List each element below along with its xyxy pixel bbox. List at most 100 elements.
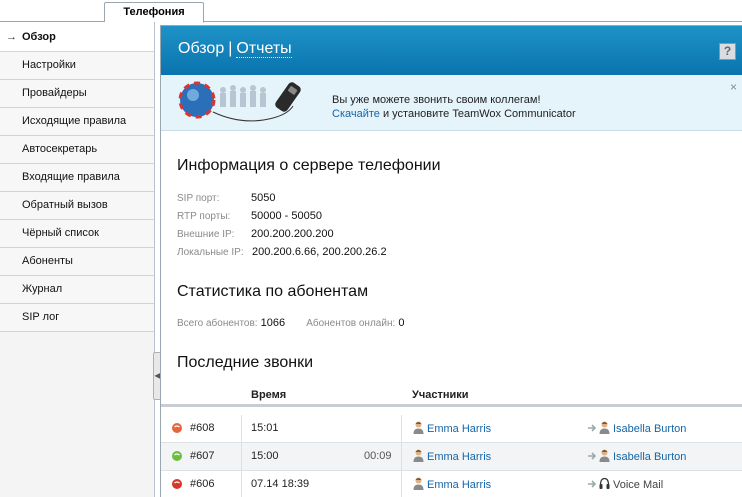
callee[interactable]: Isabella Burton xyxy=(587,449,686,463)
call-id[interactable]: #608 xyxy=(190,422,214,434)
external-ip-row: Внешние IP: 200.200.200.200 xyxy=(177,228,334,240)
caller-name[interactable]: Emma Harris xyxy=(427,451,491,463)
call-status-icon xyxy=(172,423,182,433)
callee-name[interactable]: Voice Mail xyxy=(613,479,663,491)
sidebar-item-blacklist[interactable]: Чёрный список xyxy=(0,220,154,248)
external-ip-label: Внешние IP: xyxy=(177,229,235,240)
table-row[interactable]: #607 15:00 00:09 Emma Harris Isabella Burton xyxy=(161,443,742,471)
sidebar-item-label: SIP лог xyxy=(22,311,60,323)
column-divider xyxy=(241,443,242,471)
sidebar-item-label: Настройки xyxy=(22,59,76,71)
user-icon xyxy=(599,449,610,462)
main-panel: Обзор | Отчеты ? Вы уже можете звонить сво… xyxy=(160,25,742,497)
external-ip-value: 200.200.200.200 xyxy=(251,228,334,240)
callee[interactable]: Voice Mail xyxy=(587,477,663,491)
total-subscribers-value: 1066 xyxy=(260,317,286,329)
callee-name[interactable]: Isabella Burton xyxy=(613,451,686,463)
callee-name[interactable]: Isabella Burton xyxy=(613,423,686,435)
reports-link[interactable]: Отчеты xyxy=(236,40,292,58)
call-status-icon xyxy=(172,451,182,461)
stats-row: Всего абонентов: 1066 Абонентов онлайн: … xyxy=(177,317,404,329)
sidebar-item-label: Обратный вызов xyxy=(22,199,108,211)
header-links: Обзор | Отчеты xyxy=(178,40,292,58)
caller[interactable]: Emma Harris xyxy=(413,449,491,463)
sidebar-item-subscribers[interactable]: Абоненты xyxy=(0,248,154,276)
rtp-ports-value: 50000 - 50050 xyxy=(251,210,322,222)
call-time: 15:01 xyxy=(251,422,279,434)
recent-calls-title: Последние звонки xyxy=(177,354,314,371)
caller[interactable]: Emma Harris xyxy=(413,421,491,435)
sidebar-item-label: Журнал xyxy=(22,283,63,295)
sidebar-item-outgoing-rules[interactable]: Исходящие правила xyxy=(0,108,154,136)
banner-line-1: Вы уже можете звонить своим коллегам! xyxy=(332,94,541,106)
sidebar-item-sip-log[interactable]: SIP лог xyxy=(0,304,154,332)
communicator-promo-icon xyxy=(178,81,301,122)
sidebar: → Обзор Настройки Провайдеры Исходящие п… xyxy=(0,22,155,497)
table-row[interactable]: #606 07.14 18:39 Emma Harris Voice Mail xyxy=(161,471,742,497)
overview-link[interactable]: Обзор xyxy=(178,40,224,57)
sidebar-item-label: Чёрный список xyxy=(22,227,99,239)
download-link[interactable]: Скачайте xyxy=(332,108,380,120)
banner-line-2: Скачайте и установите TeamWox Communicat… xyxy=(332,107,576,121)
arrow-right-icon: → xyxy=(6,31,17,43)
help-button[interactable]: ? xyxy=(719,43,736,60)
call-id[interactable]: #606 xyxy=(190,478,214,490)
server-info-title: Информация о сервере телефонии xyxy=(177,157,441,174)
column-time[interactable]: Время xyxy=(251,389,286,401)
table-row[interactable]: #608 15:01 Emma Harris Isabella Burton xyxy=(161,415,742,443)
sidebar-item-callback[interactable]: Обратный вызов xyxy=(0,192,154,220)
column-divider xyxy=(241,471,242,497)
user-icon xyxy=(413,449,424,462)
caller-name[interactable]: Emma Harris xyxy=(427,423,491,435)
tab-telephony[interactable]: Телефония xyxy=(104,2,204,23)
call-duration: 00:09 xyxy=(364,450,392,462)
forward-arrow-icon xyxy=(588,452,597,460)
call-id[interactable]: #607 xyxy=(190,450,214,462)
sip-port-label: SIP порт: xyxy=(177,193,220,204)
module-tab-bar: Телефония xyxy=(0,0,742,23)
local-ip-label: Локальные IP: xyxy=(177,247,244,258)
voicemail-icon xyxy=(599,477,610,489)
user-icon xyxy=(599,421,610,434)
caller[interactable]: Emma Harris xyxy=(413,477,491,491)
sidebar-item-label: Провайдеры xyxy=(22,87,87,99)
call-status-icon xyxy=(172,479,182,489)
user-icon xyxy=(413,421,424,434)
stats-title: Статистика по абонентам xyxy=(177,283,369,300)
callee[interactable]: Isabella Burton xyxy=(587,421,686,435)
sidebar-item-providers[interactable]: Провайдеры xyxy=(0,80,154,108)
forward-arrow-icon xyxy=(588,480,597,488)
sidebar-item-label: Исходящие правила xyxy=(22,115,127,127)
banner-text: Вы уже можете звонить своим коллегам! Ск… xyxy=(332,93,576,121)
sidebar-item-settings[interactable]: Настройки xyxy=(0,52,154,80)
sip-port-row: SIP порт: 5050 xyxy=(177,192,275,204)
local-ip-value: 200.200.6.66, 200.200.26.2 xyxy=(252,246,387,258)
local-ip-row: Локальные IP: 200.200.6.66, 200.200.26.2 xyxy=(177,246,387,258)
sidebar-item-journal[interactable]: Журнал xyxy=(0,276,154,304)
total-subscribers-label: Всего абонентов: xyxy=(177,318,258,329)
panel-header: Обзор | Отчеты ? xyxy=(161,26,742,75)
column-divider xyxy=(401,415,402,443)
caller-name[interactable]: Emma Harris xyxy=(427,479,491,491)
online-subscribers-value: 0 xyxy=(398,317,405,329)
rtp-ports-row: RTP порты: 50000 - 50050 xyxy=(177,210,322,222)
sidebar-item-label: Входящие правила xyxy=(22,171,120,183)
banner-close-button[interactable]: × xyxy=(730,80,737,94)
sidebar-item-label: Абоненты xyxy=(22,255,73,267)
sidebar-item-autosecretary[interactable]: Автосекретарь xyxy=(0,136,154,164)
banner-line-2-rest: и установите TeamWox Communicator xyxy=(379,108,576,120)
sidebar-item-label: Обзор xyxy=(22,31,56,43)
sidebar-item-incoming-rules[interactable]: Входящие правила xyxy=(0,164,154,192)
column-divider xyxy=(241,415,242,443)
sidebar-item-label: Автосекретарь xyxy=(22,143,98,155)
column-divider xyxy=(401,471,402,497)
sidebar-item-overview[interactable]: → Обзор xyxy=(0,22,154,52)
forward-arrow-icon xyxy=(588,424,597,432)
column-participants[interactable]: Участники xyxy=(412,389,469,401)
rtp-ports-label: RTP порты: xyxy=(177,211,231,222)
call-time: 07.14 18:39 xyxy=(251,478,310,490)
call-time: 15:00 xyxy=(251,450,279,462)
communicator-banner: Вы уже можете звонить своим коллегам! Ск… xyxy=(161,75,742,131)
header-separator: | xyxy=(228,40,233,57)
column-divider xyxy=(401,443,402,471)
